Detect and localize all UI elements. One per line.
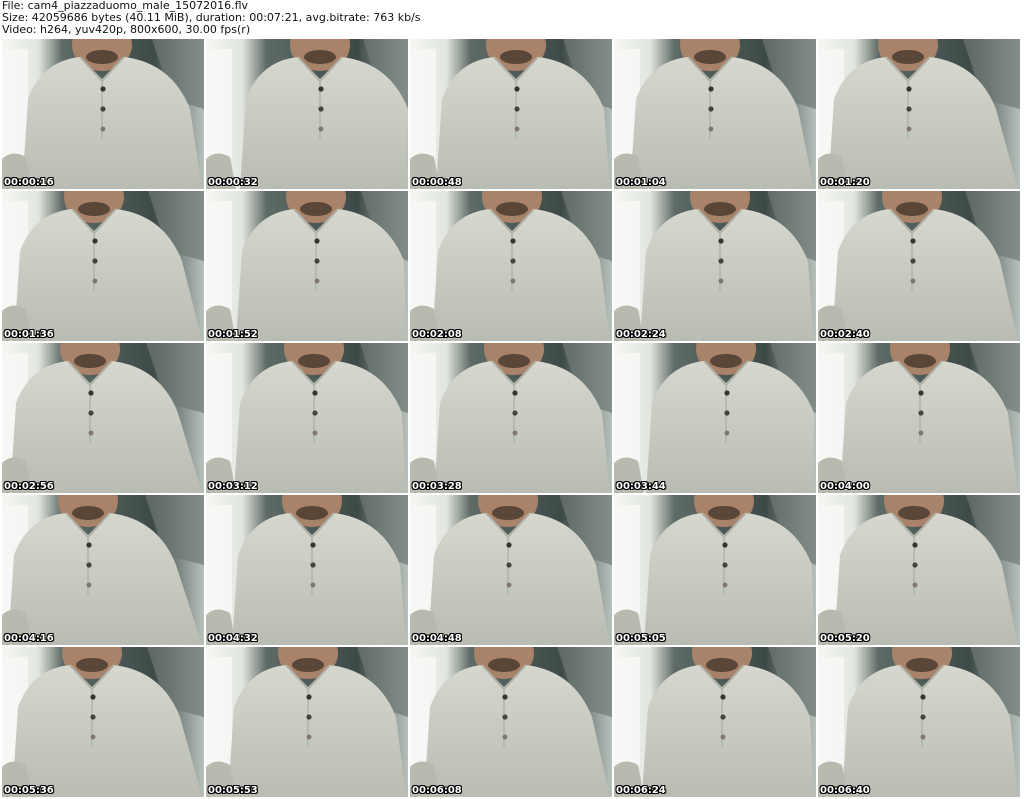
- frame-image: [818, 191, 1020, 341]
- frame-timestamp: 00:04:32: [208, 633, 258, 644]
- frame-image: [206, 495, 408, 645]
- thumbnail-frame: 00:05:36: [2, 647, 204, 797]
- frame-image: [614, 495, 816, 645]
- thumbnail-frame: 00:06:08: [410, 647, 612, 797]
- frame-timestamp: 00:04:48: [412, 633, 462, 644]
- thumbnail-frame: 00:04:48: [410, 495, 612, 645]
- frame-timestamp: 00:06:08: [412, 785, 462, 796]
- frame-timestamp: 00:05:36: [4, 785, 54, 796]
- frame-timestamp: 00:03:44: [616, 481, 666, 492]
- thumbnail-frame: 00:00:32: [206, 39, 408, 189]
- frame-image: [206, 343, 408, 493]
- thumbnail-frame: 00:05:20: [818, 495, 1020, 645]
- frame-image: [614, 343, 816, 493]
- frame-timestamp: 00:04:00: [820, 481, 870, 492]
- frame-image: [410, 343, 612, 493]
- thumbnail-frame: 00:02:40: [818, 191, 1020, 341]
- thumbnail-frame: 00:04:32: [206, 495, 408, 645]
- frame-timestamp: 00:02:08: [412, 329, 462, 340]
- thumbnail-frame: 00:01:36: [2, 191, 204, 341]
- thumbnail-frame: 00:02:56: [2, 343, 204, 493]
- frame-image: [614, 191, 816, 341]
- frame-image: [818, 343, 1020, 493]
- frame-image: [2, 495, 204, 645]
- frame-timestamp: 00:06:40: [820, 785, 870, 796]
- thumbnail-grid: 00:00:16 00:00:32 00:00:48 00:01:04 00:0…: [2, 39, 1024, 797]
- frame-image: [2, 343, 204, 493]
- thumbnail-frame: 00:00:48: [410, 39, 612, 189]
- thumbnail-frame: 00:03:12: [206, 343, 408, 493]
- thumbnail-frame: 00:04:16: [2, 495, 204, 645]
- frame-image: [818, 647, 1020, 797]
- frame-image: [206, 647, 408, 797]
- thumbnail-frame: 00:06:40: [818, 647, 1020, 797]
- thumbnail-frame: 00:01:52: [206, 191, 408, 341]
- frame-image: [614, 39, 816, 189]
- frame-timestamp: 00:05:20: [820, 633, 870, 644]
- frame-image: [818, 39, 1020, 189]
- frame-timestamp: 00:02:24: [616, 329, 666, 340]
- frame-image: [2, 39, 204, 189]
- frame-timestamp: 00:05:53: [208, 785, 258, 796]
- frame-timestamp: 00:00:16: [4, 177, 54, 188]
- frame-timestamp: 00:00:32: [208, 177, 258, 188]
- frame-timestamp: 00:05:05: [616, 633, 666, 644]
- thumbnail-frame: 00:00:16: [2, 39, 204, 189]
- thumbnail-frame: 00:06:24: [614, 647, 816, 797]
- frame-image: [206, 191, 408, 341]
- frame-image: [2, 191, 204, 341]
- frame-timestamp: 00:01:20: [820, 177, 870, 188]
- frame-timestamp: 00:06:24: [616, 785, 666, 796]
- frame-image: [2, 647, 204, 797]
- thumbnail-frame: 00:03:44: [614, 343, 816, 493]
- frame-timestamp: 00:03:28: [412, 481, 462, 492]
- thumbnail-frame: 00:02:08: [410, 191, 612, 341]
- thumbnail-frame: 00:01:04: [614, 39, 816, 189]
- frame-timestamp: 00:02:56: [4, 481, 54, 492]
- thumbnail-frame: 00:02:24: [614, 191, 816, 341]
- frame-timestamp: 00:01:52: [208, 329, 258, 340]
- frame-timestamp: 00:04:16: [4, 633, 54, 644]
- thumbnail-frame: 00:04:00: [818, 343, 1020, 493]
- frame-timestamp: 00:01:36: [4, 329, 54, 340]
- thumbnail-frame: 00:01:20: [818, 39, 1020, 189]
- frame-image: [818, 495, 1020, 645]
- video-info-line: Video: h264, yuv420p, 800x600, 30.00 fps…: [2, 23, 251, 36]
- frame-image: [410, 647, 612, 797]
- frame-timestamp: 00:02:40: [820, 329, 870, 340]
- frame-timestamp: 00:03:12: [208, 481, 258, 492]
- frame-timestamp: 00:00:48: [412, 177, 462, 188]
- thumbnail-frame: 00:05:53: [206, 647, 408, 797]
- frame-image: [206, 39, 408, 189]
- frame-image: [410, 191, 612, 341]
- frame-image: [410, 39, 612, 189]
- frame-image: [614, 647, 816, 797]
- frame-timestamp: 00:01:04: [616, 177, 666, 188]
- thumbnail-frame: 00:03:28: [410, 343, 612, 493]
- thumbnail-frame: 00:05:05: [614, 495, 816, 645]
- frame-image: [410, 495, 612, 645]
